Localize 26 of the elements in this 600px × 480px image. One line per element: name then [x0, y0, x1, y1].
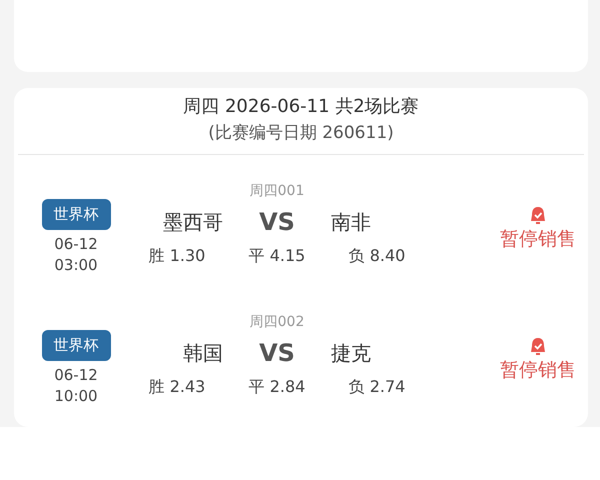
- match-code: 周四002: [250, 313, 304, 331]
- odds-value: 胜 1.30: [148, 246, 206, 267]
- away-team: 捷克: [330, 340, 372, 366]
- vs-label: VS: [258, 339, 296, 367]
- league-tag: 世界杯: [42, 330, 110, 361]
- bell-check-icon: [529, 206, 547, 226]
- match-code: 周四001: [250, 182, 304, 200]
- home-team: 墨西哥: [162, 208, 224, 236]
- vs-label: VS: [258, 208, 296, 236]
- bell-check-icon: [529, 336, 547, 356]
- match-date: 06-12: [54, 234, 98, 255]
- odds-value: 平 2.84: [248, 377, 306, 398]
- match-time: 10:00: [54, 386, 98, 407]
- odds-value: 平 4.15: [248, 246, 306, 267]
- odds-value: 负 8.40: [348, 246, 406, 267]
- match-date: 06-12: [54, 365, 98, 386]
- day-title: 周四 2026-06-11 共2场比赛: [183, 95, 419, 119]
- sale-status: 暂停销售: [500, 358, 576, 382]
- away-team: 南非: [330, 208, 372, 236]
- sale-status: 暂停销售: [500, 226, 576, 252]
- date-code: (比赛编号日期 260611): [208, 122, 394, 145]
- odds-value: 胜 2.43: [148, 377, 206, 398]
- league-tag: 世界杯: [42, 199, 110, 230]
- match-time: 03:00: [54, 255, 98, 276]
- home-team: 韩国: [182, 340, 224, 366]
- odds-value: 负 2.74: [348, 377, 406, 398]
